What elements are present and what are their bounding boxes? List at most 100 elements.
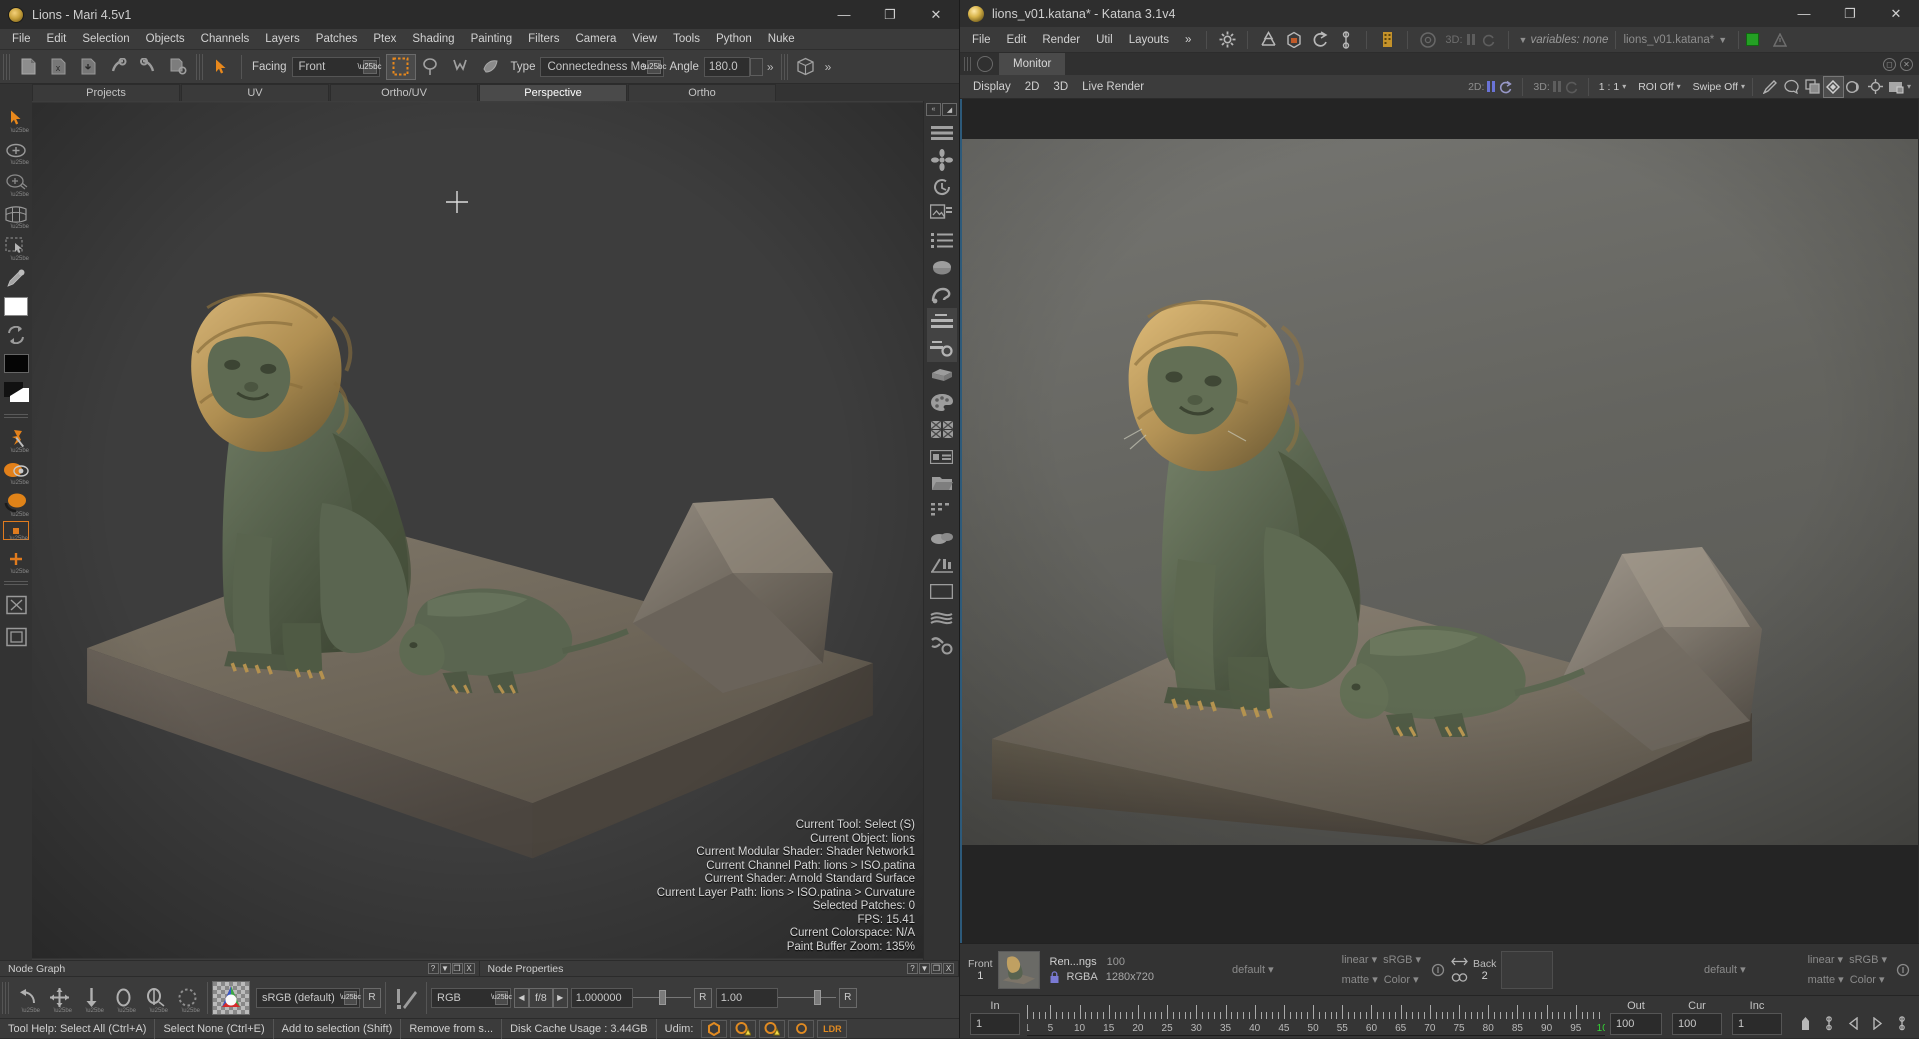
panel-button[interactable]: ▼ [439, 963, 451, 974]
uv-patches-icon[interactable] [927, 416, 957, 443]
node-properties-icon[interactable] [926, 308, 957, 335]
at-sign-icon[interactable] [1415, 29, 1441, 51]
katana-menu-render[interactable]: Render [1034, 31, 1088, 49]
katana-menu-edit[interactable]: Edit [999, 31, 1035, 49]
panel-button[interactable]: ? [427, 963, 439, 974]
gamma-input[interactable]: 1.00 [715, 987, 778, 1008]
tab-menu-icon[interactable] [977, 56, 993, 72]
copy-icon[interactable] [1802, 76, 1823, 98]
bottom-grip-1[interactable] [2, 981, 9, 1014]
back-thumbnail[interactable] [1501, 950, 1554, 989]
black-swatch-icon[interactable] [3, 354, 29, 373]
lock-icon[interactable] [1050, 971, 1059, 983]
node-orange-icon[interactable] [701, 1019, 728, 1038]
gamma-slider[interactable] [777, 988, 836, 1008]
warning-a-icon[interactable] [730, 1019, 757, 1038]
katana-menu-overflow[interactable]: » [1177, 31, 1199, 49]
exposure-slider[interactable] [632, 988, 691, 1008]
back-color-select[interactable]: Color ▾ [1850, 973, 1885, 986]
list-small-icon[interactable] [927, 497, 957, 524]
back-default-select[interactable]: default ▾ [1704, 963, 1746, 976]
katana-menu-file[interactable]: File [964, 31, 999, 49]
mari-close-button[interactable]: ✕ [913, 0, 959, 29]
recycle-icon[interactable] [1255, 29, 1281, 51]
projects-icon[interactable] [927, 470, 957, 497]
dotted-circle-icon[interactable]: \u25be [171, 981, 203, 1015]
refresh-curve-icon[interactable] [1307, 29, 1333, 51]
front-thumbnail[interactable] [997, 950, 1040, 989]
swipe-select[interactable]: Swipe Off [1690, 81, 1741, 93]
angle-stepper[interactable] [749, 57, 763, 76]
mari-menu-painting[interactable]: Painting [463, 31, 521, 47]
cube-view-icon[interactable] [791, 54, 821, 80]
flipbook-icon[interactable] [1333, 29, 1359, 51]
frame-ruler[interactable]: 1510152025303540455055606570758085909510… [1027, 998, 1605, 1036]
view-tab-perspective[interactable]: Perspective [479, 84, 627, 101]
mari-menu-shading[interactable]: Shading [404, 31, 462, 47]
facing-select[interactable]: Front \u25bc [291, 56, 382, 77]
polygon-select-icon[interactable] [446, 54, 476, 80]
mari-menu-channels[interactable]: Channels [193, 31, 258, 47]
back-linear-select[interactable]: linear ▾ [1808, 953, 1843, 966]
chevron-down-icon-6[interactable]: ▼ [1714, 35, 1731, 45]
tab-grip[interactable] [964, 57, 971, 71]
paint-buffer-eye-icon[interactable]: \u25be [3, 457, 29, 486]
add-point-icon[interactable]: \u25be [3, 137, 29, 166]
step-back-icon[interactable] [1841, 1010, 1865, 1036]
ldr-toggle[interactable]: LDR [817, 1019, 848, 1038]
panel-button[interactable]: X [463, 963, 475, 974]
view-tab-projects[interactable]: Projects [32, 84, 180, 101]
back-reset-icon[interactable] [1896, 963, 1910, 977]
undo-arrow-icon[interactable]: \u25be [11, 981, 43, 1015]
mari-menu-patches[interactable]: Patches [308, 31, 366, 47]
pause-2d-icon[interactable] [1487, 81, 1496, 92]
next-button[interactable]: ▶ [552, 987, 568, 1008]
panel-button[interactable]: ▼ [919, 963, 930, 974]
add-object-icon[interactable] [103, 54, 133, 80]
fstop-display[interactable]: f/8 [529, 987, 553, 1008]
swap-arrows-icon[interactable] [1451, 956, 1468, 967]
step-forward-icon[interactable] [1865, 1010, 1889, 1036]
scene-name-label[interactable]: lions_v01.katana* [1623, 34, 1714, 46]
comment-icon[interactable] [1781, 76, 1802, 98]
tab-2d[interactable]: 2D [1018, 79, 1047, 95]
back-matte-select[interactable]: matte ▾ [1808, 973, 1844, 986]
channel-select[interactable]: RGB \u25bc [431, 987, 512, 1008]
eyedropper-icon[interactable] [3, 265, 29, 291]
history-icon[interactable] [927, 173, 957, 200]
tab-3d[interactable]: 3D [1046, 79, 1075, 95]
out-input[interactable]: 100 [1610, 1012, 1662, 1035]
settings-icon[interactable] [927, 632, 957, 659]
mari-menu-filters[interactable]: Filters [520, 31, 567, 47]
katana-robot-icon[interactable] [1374, 29, 1400, 51]
list-panel-icon[interactable] [927, 227, 957, 254]
tab-live-render[interactable]: Live Render [1075, 79, 1151, 95]
toolbar-overflow-2[interactable]: » [821, 60, 836, 74]
cur-input[interactable]: 100 [1672, 1012, 1722, 1035]
collapse-icon[interactable]: « [926, 103, 941, 116]
bake-down-icon[interactable]: \u25be [75, 981, 107, 1015]
objects-icon[interactable] [927, 524, 957, 551]
color-wheel-icon[interactable] [212, 980, 250, 1015]
snapshots-icon[interactable] [927, 281, 957, 308]
chevron-down-icon-5[interactable]: ▼ [1516, 35, 1531, 45]
marquee-mode-icon[interactable] [385, 53, 416, 80]
save-project-icon[interactable] [73, 54, 103, 80]
node-graph-icon[interactable] [926, 335, 957, 362]
marquee-select-icon[interactable]: \u25be [3, 233, 29, 262]
front-default-select[interactable]: default ▾ [1232, 963, 1274, 976]
katana-close-button[interactable]: ✕ [1873, 0, 1919, 27]
shading-ball-icon[interactable]: \u25be [3, 489, 29, 518]
katana-minimize-button[interactable]: — [1781, 0, 1827, 27]
remove-object-icon[interactable] [133, 54, 163, 80]
mari-menu-ptex[interactable]: Ptex [365, 31, 404, 47]
front-linear-select[interactable]: linear ▾ [1342, 953, 1377, 966]
filmstrip-icon[interactable] [1886, 76, 1907, 98]
paint-through-icon[interactable]: \u25be [3, 425, 29, 454]
in-input[interactable]: 1 [970, 1012, 1020, 1035]
diamond-icon[interactable] [1822, 75, 1844, 98]
roi-select[interactable]: ROI Off [1635, 81, 1676, 93]
katana-menu-util[interactable]: Util [1088, 31, 1121, 49]
warning-triangle-icon[interactable] [1767, 29, 1793, 51]
pause-3d-icon-2[interactable] [1552, 81, 1561, 92]
